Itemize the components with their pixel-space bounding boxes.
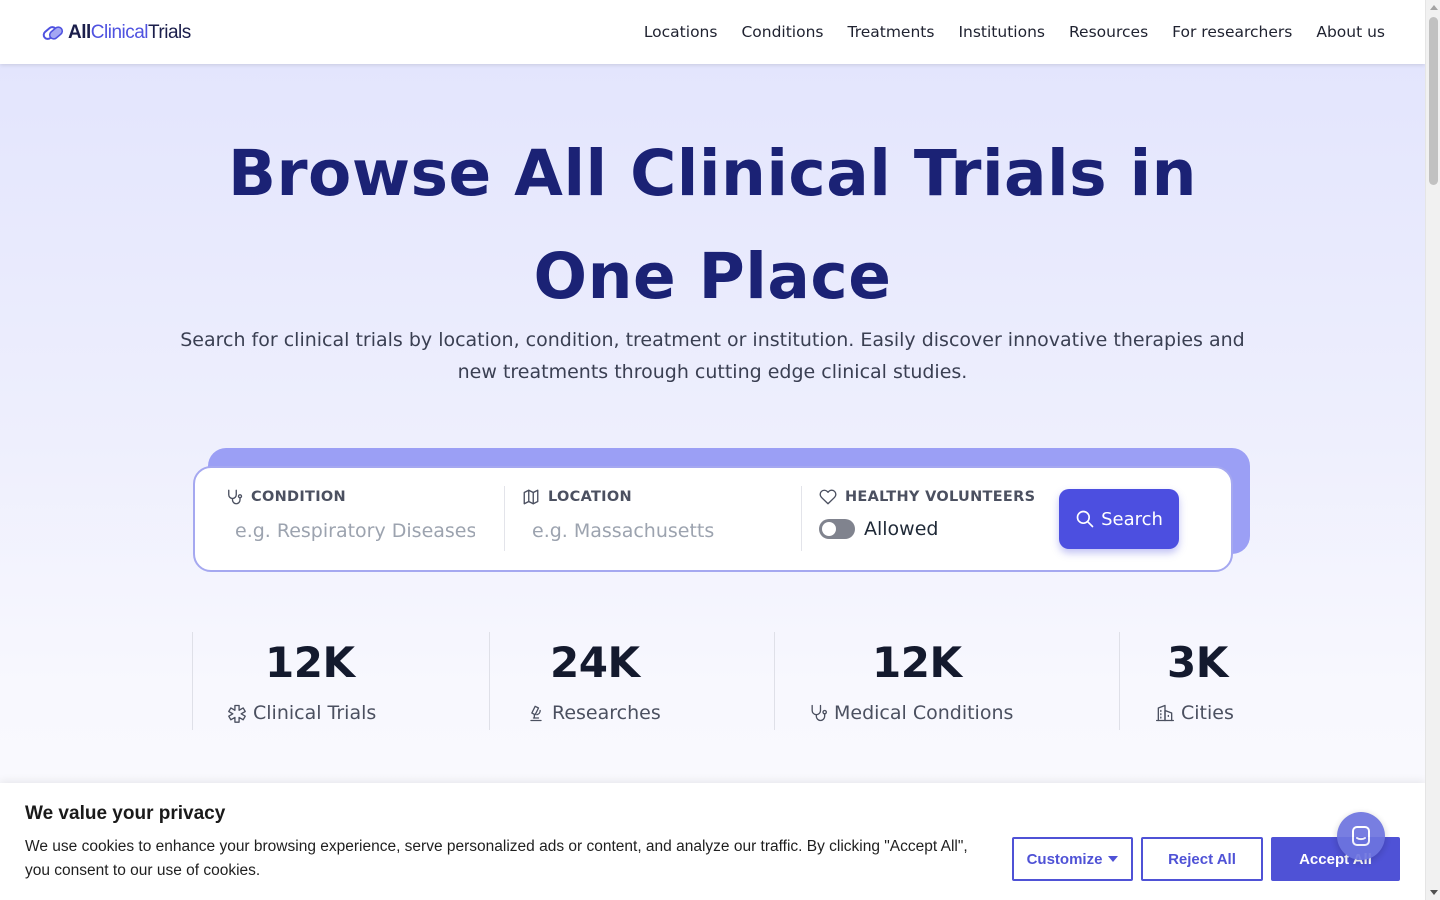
stat-label: Cities <box>1181 702 1234 724</box>
field-divider <box>504 486 505 551</box>
stat-medical-conditions: 12K Medical Conditions <box>774 632 1119 730</box>
cookie-reject-button[interactable]: Reject All <box>1141 837 1263 881</box>
heart-icon <box>819 489 837 505</box>
location-label: LOCATION <box>548 489 632 505</box>
nav-resources[interactable]: Resources <box>1069 23 1148 41</box>
location-field: LOCATION <box>522 488 792 552</box>
stat-label: Clinical Trials <box>253 702 377 724</box>
condition-field: CONDITION <box>225 488 495 552</box>
cookie-customize-label: Customize <box>1026 850 1103 868</box>
stat-value: 12K <box>265 638 355 687</box>
logo-text-all: All <box>68 22 91 43</box>
capsule-logo-icon <box>42 26 64 40</box>
search-button-label: Search <box>1101 508 1163 530</box>
main-nav: Locations Conditions Treatments Institut… <box>620 0 1385 64</box>
microscope-icon <box>530 705 542 722</box>
chat-icon <box>1352 826 1370 846</box>
search-icon <box>1076 510 1094 528</box>
cookie-reject-label: Reject All <box>1168 850 1236 868</box>
chat-launcher[interactable] <box>1337 812 1385 860</box>
location-input[interactable] <box>522 520 772 542</box>
cookie-text: We use cookies to enhance your browsing … <box>25 838 968 879</box>
caret-down-icon <box>1108 856 1119 862</box>
stat-value: 24K <box>550 638 640 687</box>
stat-label: Researches <box>552 702 661 724</box>
nav-conditions[interactable]: Conditions <box>741 23 823 41</box>
stethoscope-icon <box>228 489 243 505</box>
healthy-volunteers-label: HEALTHY VOLUNTEERS <box>845 489 1036 505</box>
nav-locations[interactable]: Locations <box>644 23 718 41</box>
stat-label: Medical Conditions <box>834 702 1014 724</box>
cookie-customize-button[interactable]: Customize <box>1012 837 1133 881</box>
logo-text-clinical: Clinical <box>90 22 149 43</box>
healthy-volunteers-toggle[interactable] <box>819 519 855 539</box>
building-icon <box>1156 704 1174 722</box>
stat-cities: 3K Cities <box>1119 632 1289 730</box>
stat-researches: 24K Researches <box>489 632 774 730</box>
page-scrollbar[interactable] <box>1425 0 1440 900</box>
nav-about-us[interactable]: About us <box>1316 23 1385 41</box>
field-divider <box>801 486 802 551</box>
cookie-banner: We value your privacy We use cookies to … <box>0 783 1425 900</box>
search-card: CONDITION LOCATION HEALTHY VOLUNTEERS <box>193 466 1233 572</box>
scrollbar-thumb[interactable] <box>1429 17 1438 185</box>
healthy-volunteers-toggle-label: Allowed <box>864 518 939 540</box>
stat-value: 12K <box>872 638 962 687</box>
nav-for-researchers[interactable]: For researchers <box>1172 23 1292 41</box>
scroll-down-icon[interactable] <box>1430 890 1438 895</box>
hero-section: Browse All Clinical Trials in One Place … <box>0 64 1425 900</box>
stat-clinical-trials: 12K Clinical Trials <box>192 632 489 730</box>
site-logo[interactable]: All Clinical Trials <box>40 20 191 46</box>
stat-value: 3K <box>1167 638 1228 687</box>
site-header: All Clinical Trials Locations Conditions T… <box>0 0 1425 64</box>
hero-subtitle: Search for clinical trials by location, … <box>180 329 1245 383</box>
stethoscope-icon <box>811 704 827 722</box>
cookie-title: We value your privacy <box>25 803 226 824</box>
scroll-up-icon[interactable] <box>1430 5 1438 10</box>
nav-treatments[interactable]: Treatments <box>848 23 935 41</box>
condition-label: CONDITION <box>251 489 346 505</box>
logo-text-trials: Trials <box>148 22 191 43</box>
condition-input[interactable] <box>225 520 475 542</box>
healthy-volunteers-field: HEALTHY VOLUNTEERS Allowed <box>819 488 1049 552</box>
asterisk-icon <box>228 704 246 723</box>
hero-title: Browse All Clinical Trials in One Place <box>227 137 1198 313</box>
nav-institutions[interactable]: Institutions <box>958 23 1045 41</box>
toggle-knob <box>822 522 836 536</box>
search-button[interactable]: Search <box>1059 489 1179 549</box>
map-icon <box>523 489 539 505</box>
